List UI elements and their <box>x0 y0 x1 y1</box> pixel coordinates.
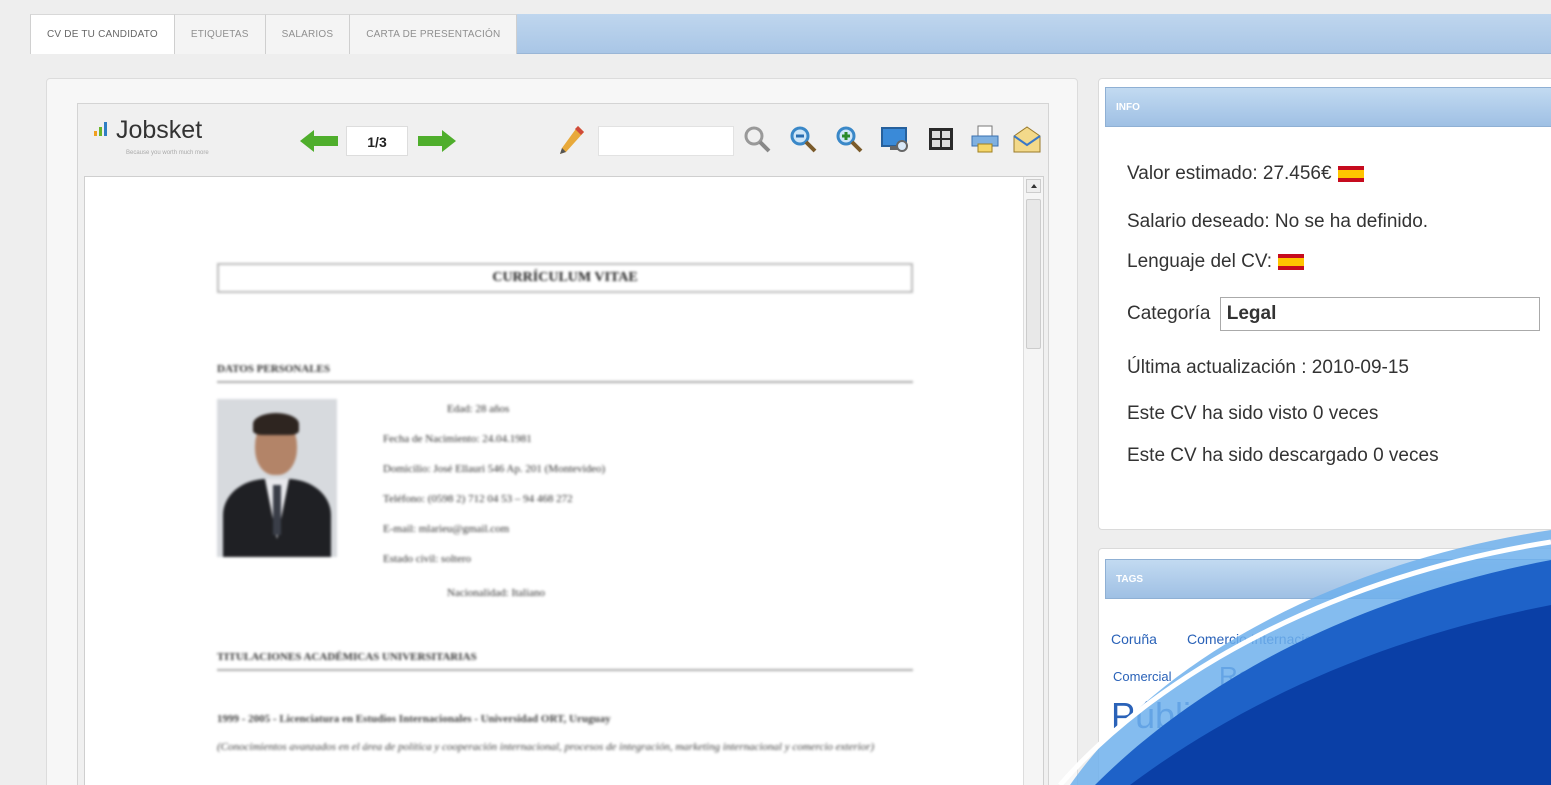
fullscreen-icon[interactable] <box>880 124 910 154</box>
cv-title: CURRÍCULUM VITAE <box>217 263 913 293</box>
tag-link[interactable]: Coruña <box>1111 631 1157 647</box>
cv-descargado: Este CV ha sido descargado 0 veces <box>1127 445 1439 466</box>
tab-etiquetas[interactable]: ETIQUETAS <box>174 14 266 54</box>
tag-link[interactable]: Comercial <box>1113 669 1172 684</box>
viewer-toolbar: Jobsket Because you worth much more 1/3 <box>78 104 1048 176</box>
cv-document[interactable]: CURRÍCULUM VITAE DATOS PERSONALES Edad: … <box>84 176 1044 785</box>
categoria-select[interactable]: Legal <box>1219 297 1540 331</box>
section-datos-personales: DATOS PERSONALES <box>217 363 913 383</box>
logo-text: Jobsket <box>116 116 203 144</box>
scroll-thumb[interactable] <box>1026 199 1041 349</box>
ultima-actualizacion: Última actualización : 2010-09-15 <box>1127 357 1409 378</box>
categoria-row: Categoría Legal <box>1127 297 1540 331</box>
scroll-up-icon[interactable] <box>1026 179 1041 193</box>
cv-detail-nacionalidad: Nacionalidad: Italiano <box>447 587 546 599</box>
cv-visto: Este CV ha sido visto 0 veces <box>1127 403 1379 424</box>
tab-bar: CV DE TU CANDIDATO ETIQUETAS SALARIOS CA… <box>30 14 1551 54</box>
next-page-arrow-icon[interactable] <box>418 130 456 152</box>
cv-education-note: (Conocimientos avanzados en el área de p… <box>217 741 875 753</box>
tags-header: TAGS <box>1105 559 1551 599</box>
tag-link[interactable]: Públicas <box>1111 695 1247 737</box>
logo-tagline: Because you worth much more <box>126 150 209 156</box>
categoria-label: Categoría <box>1127 303 1211 325</box>
bar-chart-icon <box>94 122 110 136</box>
cv-detail-email: E-mail: mlarieu@gmail.com <box>383 523 510 535</box>
cv-detail-edad: Edad: 28 años <box>447 403 510 415</box>
layout-icon[interactable] <box>926 124 956 154</box>
pencil-icon[interactable] <box>556 124 586 156</box>
cv-detail-telefono: Teléfono: (0598 2) 712 04 53 – 94 468 27… <box>383 493 573 505</box>
tag-link[interactable]: Legal <box>1381 709 1423 729</box>
cv-panel: Jobsket Because you worth much more 1/3 <box>46 78 1078 785</box>
tag-link[interactable]: Inglés <box>1257 711 1292 726</box>
tag-link[interactable]: Abogado <box>1309 711 1365 727</box>
spain-flag-icon <box>1337 165 1364 182</box>
print-icon[interactable] <box>970 124 1000 154</box>
spain-flag-icon <box>1278 253 1305 270</box>
email-icon[interactable] <box>1012 124 1042 154</box>
cv-detail-nacimiento: Fecha de Nacimiento: 24.04.1981 <box>383 433 532 445</box>
tag-link[interactable]: Comercio Internacional <box>1187 631 1331 647</box>
tab-cv-candidato[interactable]: CV DE TU CANDIDATO <box>30 14 175 54</box>
tab-carta-presentacion[interactable]: CARTA DE PRESENTACIÓN <box>350 14 518 54</box>
document-scrollbar[interactable] <box>1023 177 1043 785</box>
cv-detail-domicilio: Domicilio: José Ellauri 546 Ap. 201 (Mon… <box>383 463 606 475</box>
tag-link[interactable]: Relaciones Internacionales <box>1219 661 1531 692</box>
cv-education-line: 1999 - 2005 - Licenciatura en Estudios I… <box>217 713 611 725</box>
section-titulaciones: TITULACIONES ACADÉMICAS UNIVERSITARIAS <box>217 651 913 671</box>
salario-deseado: Salario deseado: No se ha definido. <box>1127 211 1429 232</box>
cv-detail-estado-civil: Estado civil: soltero <box>383 553 471 565</box>
lenguaje-cv-text: Lenguaje del CV: <box>1127 251 1273 272</box>
search-icon[interactable] <box>742 124 772 154</box>
page-indicator: 1/3 <box>346 126 408 156</box>
tag-link[interactable]: Italiano <box>1375 631 1417 646</box>
valor-estimado-text: Valor estimado: 27.456€ <box>1127 163 1332 184</box>
tags-panel: TAGS Coruña Comercio Internacional Itali… <box>1098 548 1551 785</box>
cv-viewer: Jobsket Because you worth much more 1/3 <box>77 103 1049 785</box>
zoom-in-icon[interactable] <box>834 124 864 154</box>
info-panel: INFO Valor estimado: 27.456€ Salario des… <box>1098 78 1551 530</box>
lenguaje-cv: Lenguaje del CV: <box>1127 251 1305 273</box>
info-header: INFO <box>1105 87 1551 127</box>
candidate-photo <box>217 399 337 557</box>
zoom-out-icon[interactable] <box>788 124 818 154</box>
tab-salarios[interactable]: SALARIOS <box>265 14 351 54</box>
prev-page-arrow-icon[interactable] <box>300 130 338 152</box>
valor-estimado: Valor estimado: 27.456€ <box>1127 163 1364 185</box>
tag-link[interactable]: Profesor <box>1441 629 1503 646</box>
search-input[interactable] <box>598 126 734 156</box>
